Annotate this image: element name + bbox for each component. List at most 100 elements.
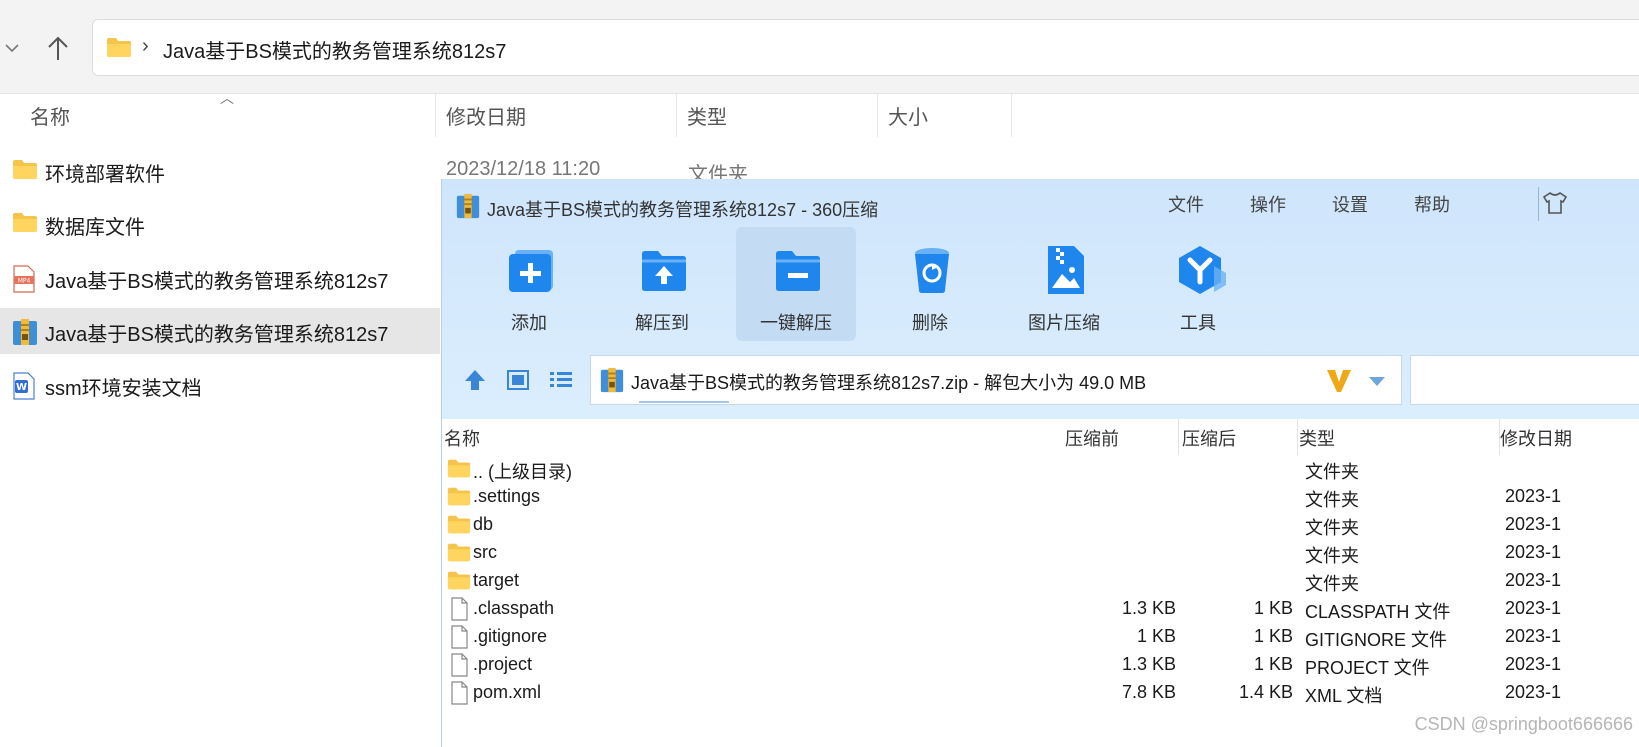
one-click-extract-button[interactable]: 一键解压 xyxy=(736,227,856,341)
search-input[interactable] xyxy=(1410,355,1639,405)
menu-file[interactable]: 文件 xyxy=(1168,191,1204,217)
extract-to-button[interactable]: 解压到 xyxy=(602,227,722,341)
archive-file-size-before: 1.3 KB xyxy=(1121,654,1176,674)
column-header-size[interactable]: 大小 xyxy=(888,101,928,130)
v-logo-icon[interactable] xyxy=(1325,368,1353,394)
window-title: Java基于BS模式的教务管理系统812s7 - 360压缩 xyxy=(487,200,879,220)
archive-file-type: PROJECT 文件 xyxy=(1305,658,1430,678)
archive-file-date: 2023-1 xyxy=(1505,598,1562,618)
archive-file-type: XML 文档 xyxy=(1305,686,1383,706)
skin-icon[interactable] xyxy=(1542,191,1568,215)
folder-icon xyxy=(107,38,131,57)
folder-icon xyxy=(13,160,37,179)
extract-to-icon xyxy=(642,251,686,291)
archive-file-row[interactable]: .gitignore 1 KB 1 KB GITIGNORE 文件 2023-1 xyxy=(442,623,1639,651)
archive-file-name: src xyxy=(473,542,497,562)
file-name: ssm环境安装文档 xyxy=(45,378,202,400)
archive-file-date: 2023-1 xyxy=(1505,486,1562,506)
svg-text:MP4: MP4 xyxy=(18,278,31,285)
archive-file-row[interactable]: .classpath 1.3 KB 1 KB CLASSPATH 文件 2023-1 xyxy=(442,595,1639,623)
archive-file-row[interactable]: db 文件夹 2023-1 xyxy=(442,511,1639,539)
list-header-date[interactable]: 修改日期 xyxy=(1500,425,1572,451)
column-divider[interactable] xyxy=(877,93,878,137)
archive-path: Java基于BS模式的教务管理系统812s7.zip - 解包大小为 49.0 … xyxy=(631,373,1147,393)
archive-file-name: .. (上级目录) xyxy=(473,462,572,482)
file-name: Java基于BS模式的教务管理系统812s7 xyxy=(45,271,389,293)
file-icon xyxy=(451,597,468,621)
column-divider[interactable] xyxy=(435,93,436,137)
recycle-bin-icon xyxy=(915,248,949,293)
list-view-icon[interactable] xyxy=(548,367,574,393)
archive-file-name: .classpath xyxy=(473,598,555,618)
path-progress xyxy=(639,401,729,403)
divider xyxy=(1538,187,1539,221)
file-row[interactable]: 环境部署软件 xyxy=(0,148,440,194)
column-divider[interactable] xyxy=(1178,419,1179,455)
archive-file-row[interactable]: src 文件夹 2023-1 xyxy=(442,539,1639,567)
add-label: 添加 xyxy=(511,313,547,333)
add-icon xyxy=(509,250,553,292)
archive-file-name: .gitignore xyxy=(473,626,548,646)
up-arrow-icon[interactable] xyxy=(44,34,72,64)
archive-file-row[interactable]: target 文件夹 2023-1 xyxy=(442,567,1639,595)
delete-label: 删除 xyxy=(912,313,948,333)
file-row[interactable]: 数据库文件 xyxy=(0,201,440,247)
file-row-selected[interactable]: Java基于BS模式的教务管理系统812s7 xyxy=(0,308,440,354)
one-click-extract-icon xyxy=(776,251,820,291)
archive-file-date: 2023-1 xyxy=(1505,654,1562,674)
file-row[interactable]: MP4 Java基于BS模式的教务管理系统812s7 xyxy=(0,255,440,301)
file-icon xyxy=(451,653,468,677)
file-icon xyxy=(451,625,468,649)
chevron-down-icon[interactable] xyxy=(2,38,22,58)
column-header-type[interactable]: 类型 xyxy=(687,101,727,130)
archive-file-size-before: 1.3 KB xyxy=(1121,598,1176,618)
archive-file-type: CLASSPATH 文件 xyxy=(1305,602,1451,622)
column-divider[interactable] xyxy=(676,93,677,137)
column-divider[interactable] xyxy=(1297,419,1298,455)
one-click-extract-label: 一键解压 xyxy=(760,313,832,333)
archive-file-row[interactable]: pom.xml 7.8 KB 1.4 KB XML 文档 2023-1 xyxy=(442,679,1639,707)
list-header-name[interactable]: 名称 xyxy=(444,425,480,451)
sort-ascending-icon: ︿ xyxy=(220,90,234,106)
archive-file-date: 2023-1 xyxy=(1505,514,1562,534)
archive-file-size-before: 7.8 KB xyxy=(1121,682,1176,702)
column-header-date[interactable]: 修改日期 xyxy=(446,101,526,130)
mp4-file-icon: MP4 xyxy=(13,265,35,293)
archive-file-row[interactable]: .project 1.3 KB 1 KB PROJECT 文件 2023-1 xyxy=(442,651,1639,679)
tools-button[interactable]: 工具 xyxy=(1138,227,1258,341)
delete-button[interactable]: 删除 xyxy=(870,227,990,341)
file-name: 环境部署软件 xyxy=(45,164,165,186)
column-header-name[interactable]: 名称 xyxy=(30,101,70,130)
file-row[interactable]: W ssm环境安装文档 xyxy=(0,362,440,408)
archive-file-row[interactable]: .. (上级目录) 文件夹 xyxy=(442,455,1639,483)
archive-file-date: 2023-1 xyxy=(1505,570,1562,590)
up-folder-icon[interactable] xyxy=(462,367,488,393)
list-header-type[interactable]: 类型 xyxy=(1299,425,1335,451)
menu-settings[interactable]: 设置 xyxy=(1332,191,1368,217)
breadcrumb-current-folder[interactable]: Java基于BS模式的教务管理系统812s7 xyxy=(163,35,506,64)
folder-icon xyxy=(447,515,471,534)
menu-help[interactable]: 帮助 xyxy=(1414,191,1450,217)
list-header-after[interactable]: 压缩后 xyxy=(1182,425,1236,451)
file-name: Java基于BS模式的教务管理系统812s7 xyxy=(45,324,389,346)
archive-file-row[interactable]: .settings 文件夹 2023-1 xyxy=(442,483,1639,511)
column-divider[interactable] xyxy=(1011,93,1012,137)
image-compress-button[interactable]: 图片压缩 xyxy=(1004,227,1124,341)
archive-file-size-after: 1 KB xyxy=(1253,598,1293,618)
thumbnail-view-icon[interactable] xyxy=(505,367,531,393)
folder-icon xyxy=(13,213,37,232)
list-header-before[interactable]: 压缩前 xyxy=(1065,425,1119,451)
breadcrumb-separator: › xyxy=(142,35,149,57)
word-doc-icon: W xyxy=(13,372,35,400)
path-bar[interactable]: Java基于BS模式的教务管理系统812s7.zip - 解包大小为 49.0 … xyxy=(590,355,1402,405)
dropdown-arrow-icon[interactable] xyxy=(1367,374,1387,388)
archive-file-type: 文件夹 xyxy=(1305,518,1359,538)
menu-operation[interactable]: 操作 xyxy=(1250,191,1286,217)
folder-icon xyxy=(447,571,471,590)
tools-icon xyxy=(1179,246,1226,294)
extract-to-label: 解压到 xyxy=(635,313,689,333)
image-compress-icon xyxy=(1048,246,1084,294)
archive-file-name: .project xyxy=(473,654,533,674)
add-button[interactable]: 添加 xyxy=(469,227,589,341)
archive-file-type: 文件夹 xyxy=(1305,462,1359,482)
